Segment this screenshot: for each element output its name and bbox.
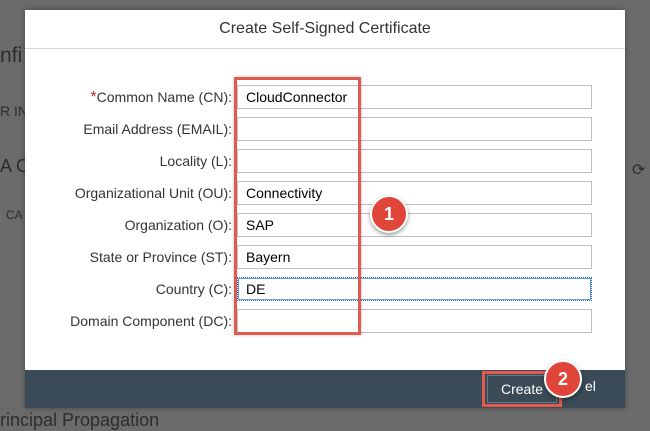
form-row-org-unit: Organizational Unit (OU):: [25, 181, 625, 207]
callout-badge-1: 1: [370, 195, 408, 233]
create-certificate-dialog: Create Self-Signed Certificate *Common N…: [25, 10, 625, 408]
form-row-common-name: *Common Name (CN):: [25, 85, 625, 111]
domain-component-label: Domain Component (DC):: [70, 313, 232, 329]
common-name-label: *Common Name (CN):: [90, 89, 232, 106]
state-input[interactable]: [237, 245, 592, 269]
form-row-domain-component: Domain Component (DC):: [25, 309, 625, 335]
org-unit-input[interactable]: [237, 181, 592, 205]
form-row-organization: Organization (O):: [25, 213, 625, 239]
locality-input[interactable]: [237, 149, 592, 173]
background-small-label: CA: [6, 208, 23, 222]
country-label: Country (C):: [155, 281, 232, 297]
org-unit-label: Organizational Unit (OU):: [74, 185, 232, 201]
cancel-button[interactable]: el: [585, 378, 596, 394]
email-label: Email Address (EMAIL):: [83, 121, 232, 137]
email-input[interactable]: [237, 117, 592, 141]
domain-component-input[interactable]: [237, 309, 592, 333]
form-row-country: Country (C):: [25, 277, 625, 303]
form-row-email: Email Address (EMAIL):: [25, 117, 625, 143]
locality-label: Locality (L):: [159, 153, 232, 169]
background-page-title: nfi: [0, 44, 23, 67]
common-name-input[interactable]: [237, 85, 592, 109]
callout-badge-2: 2: [544, 360, 582, 398]
refresh-icon[interactable]: ⟳: [632, 160, 650, 179]
country-input[interactable]: [237, 277, 592, 301]
state-label: State or Province (ST):: [89, 249, 232, 265]
form-row-state: State or Province (ST):: [25, 245, 625, 271]
background-label: R IN: [0, 103, 28, 119]
organization-label: Organization (O):: [124, 217, 232, 233]
form-row-locality: Locality (L):: [25, 149, 625, 175]
dialog-footer: Create el: [25, 370, 625, 408]
dialog-title: Create Self-Signed Certificate: [25, 10, 625, 49]
organization-input[interactable]: [237, 213, 592, 237]
